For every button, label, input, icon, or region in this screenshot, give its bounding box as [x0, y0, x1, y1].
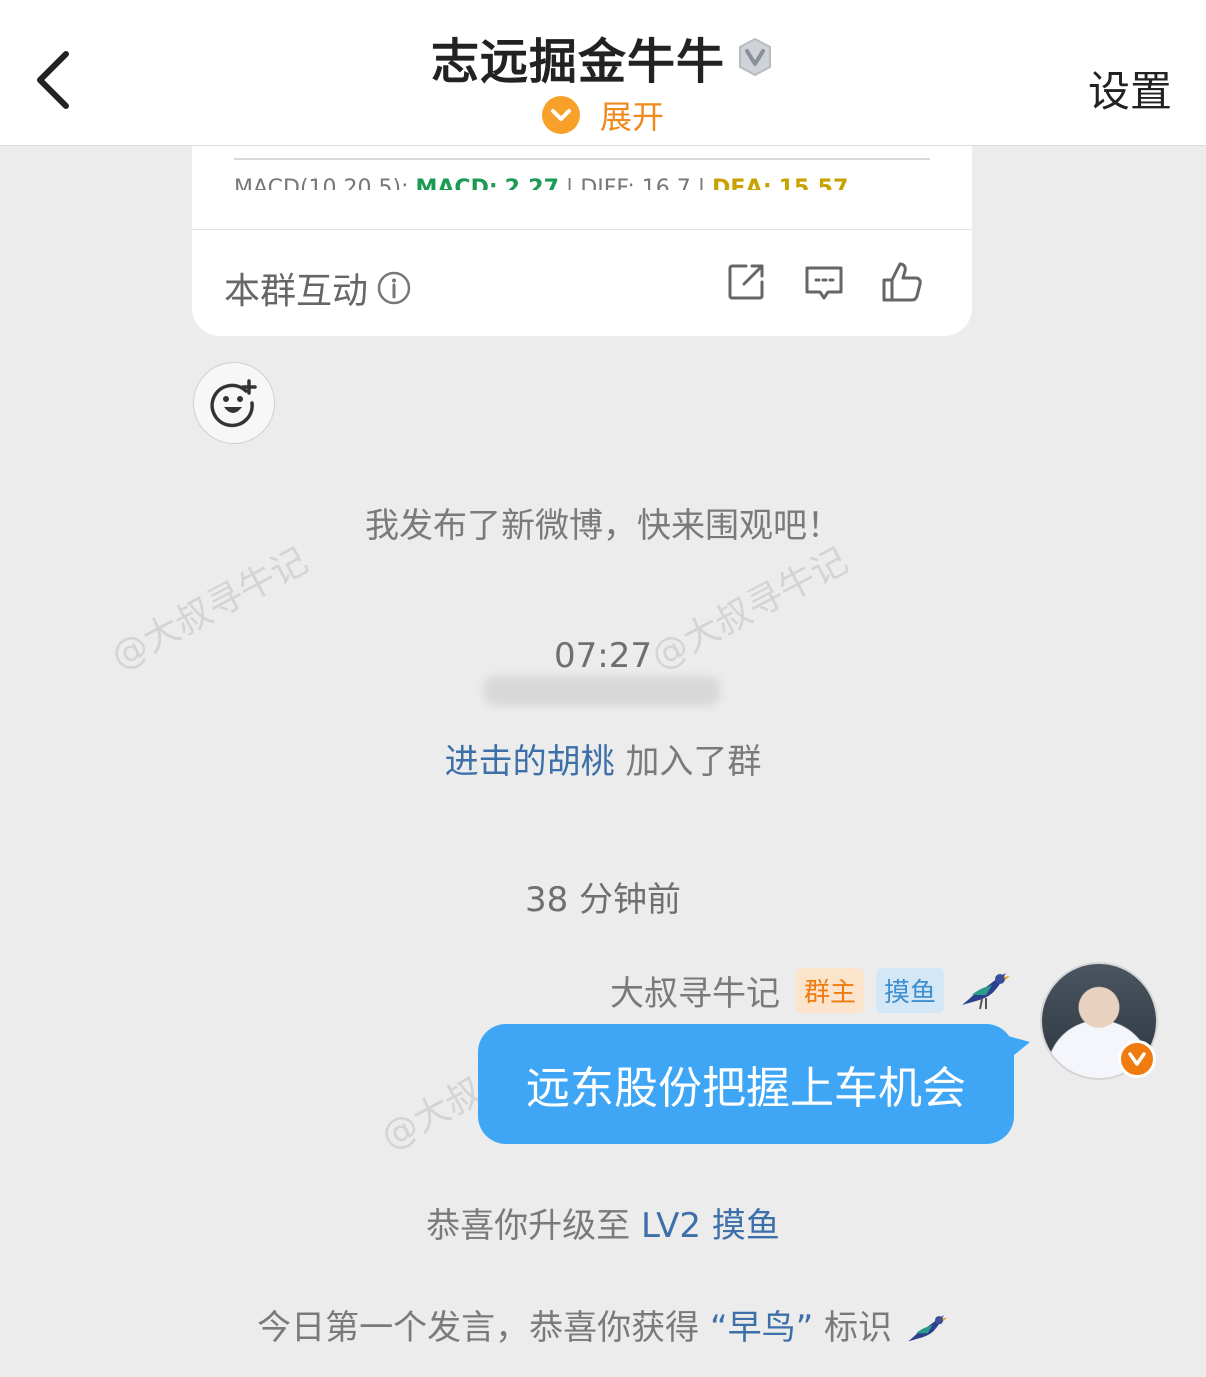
verified-v-icon [739, 37, 771, 77]
share-icon[interactable] [724, 260, 768, 304]
upgrade-notice: 恭喜你升级至 LV2 摸鱼 [0, 1198, 1206, 1247]
comment-icon[interactable] [802, 260, 846, 304]
card-divider [192, 229, 972, 230]
earlybird-notice: 今日第一个发言，恭喜你获得 “早鸟” 标识 [0, 1300, 1206, 1349]
join-suffix: 加入了群 [625, 742, 762, 782]
chevron-down-icon [541, 96, 580, 134]
earlybird-suffix: 标识 [824, 1308, 893, 1348]
upgrade-prefix: 恭喜你升级至 [426, 1206, 631, 1246]
owner-badge: 群主 [795, 968, 864, 1013]
bird-icon [907, 1314, 948, 1341]
group-interaction-label: 本群互动 [224, 271, 369, 312]
group-title: 志远掘金牛牛 [430, 34, 725, 90]
group-interaction[interactable]: 本群互动 [224, 262, 412, 314]
macd-indicator-strip: MACD(10,20,5): MACD: 2.27 | DIFF: 16.7 |… [234, 166, 930, 190]
verified-orange-icon [1118, 1040, 1156, 1078]
bird-icon [962, 972, 1010, 1009]
macd-label: MACD: [415, 176, 498, 190]
divider [234, 158, 930, 160]
like-icon[interactable] [880, 260, 924, 304]
upgrade-level-link[interactable]: LV2 摸鱼 [641, 1206, 780, 1246]
message-bubble[interactable]: 远东股份把握上车机会 [478, 1024, 1014, 1144]
expand-button[interactable]: 展开 [0, 92, 1206, 138]
timestamp: 07:27 [554, 636, 652, 676]
joined-user-link[interactable]: 进击的胡桃 [445, 742, 615, 782]
title-row: 志远掘金牛牛 [0, 22, 1206, 92]
join-notice: 进击的胡桃 加入了群 [0, 734, 1206, 783]
sender-name[interactable]: 大叔寻牛记 [610, 966, 780, 1015]
emoji-add-icon [210, 379, 257, 428]
post-notice: 我发布了新微博，快来围观吧！ [365, 506, 841, 546]
sender-info: 大叔寻牛记 群主 摸鱼 [610, 966, 1012, 1015]
chat-header: 志远掘金牛牛 展开 设置 [0, 0, 1206, 146]
shared-post-card[interactable]: MACD(10,20,5): MACD: 2.27 | DIFF: 16.7 |… [192, 146, 972, 336]
level-badge: 摸鱼 [875, 968, 944, 1013]
expand-label: 展开 [599, 98, 664, 136]
card-actions [724, 260, 924, 304]
timestamp: 38 分钟前 [524, 880, 682, 920]
settings-button[interactable]: 设置 [1088, 58, 1172, 119]
earlybird-prefix: 今日第一个发言，恭喜你获得 [257, 1308, 700, 1348]
macd-value: 2.27 [504, 176, 559, 190]
earlybird-badge-link[interactable]: “早鸟” [710, 1308, 813, 1348]
blurred-username [484, 676, 720, 706]
dea-label: DEA: [712, 176, 772, 190]
add-reaction-button[interactable] [193, 362, 275, 444]
diff-value: 16.7 [641, 176, 691, 190]
diff-label: DIFF: [580, 176, 635, 190]
macd-prefix: MACD(10,20,5): [234, 176, 409, 190]
bubble-tail [1008, 1036, 1030, 1060]
dea-value: 15.57 [778, 176, 849, 190]
info-icon[interactable] [376, 270, 412, 306]
